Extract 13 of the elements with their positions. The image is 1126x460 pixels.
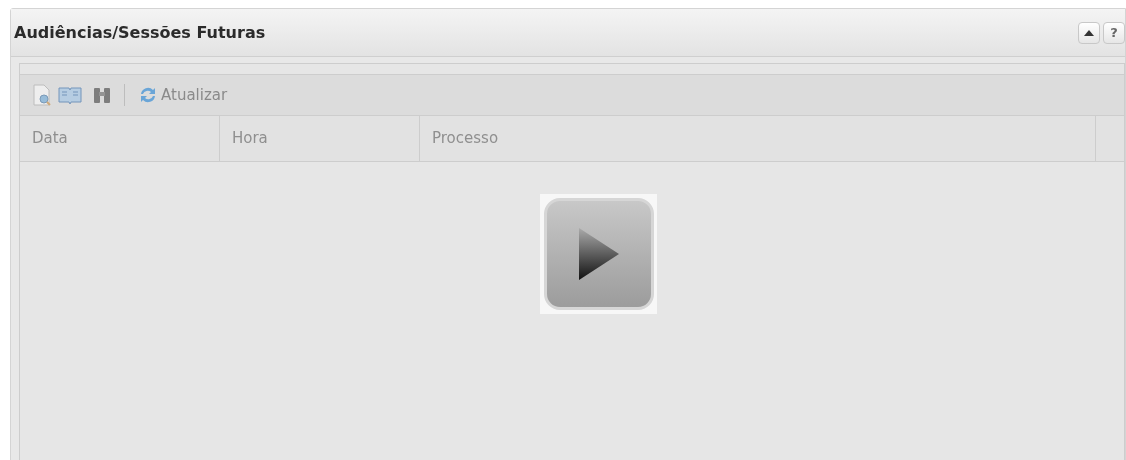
- refresh-button[interactable]: Atualizar: [137, 83, 228, 107]
- help-button[interactable]: ?: [1103, 21, 1125, 44]
- column-header[interactable]: Data: [20, 116, 220, 161]
- collapse-button[interactable]: [1078, 21, 1100, 44]
- document-search-icon[interactable]: [32, 84, 52, 106]
- column-header[interactable]: Processo: [420, 116, 1096, 161]
- binoculars-icon[interactable]: [92, 86, 112, 104]
- triangle-up-icon: [1084, 29, 1094, 36]
- play-button[interactable]: [540, 194, 657, 314]
- panel-title: Audiências/Sessões Futuras: [14, 21, 267, 44]
- book-icon[interactable]: [58, 85, 82, 105]
- column-header[interactable]: Hora: [220, 116, 420, 161]
- play-icon: [576, 226, 621, 282]
